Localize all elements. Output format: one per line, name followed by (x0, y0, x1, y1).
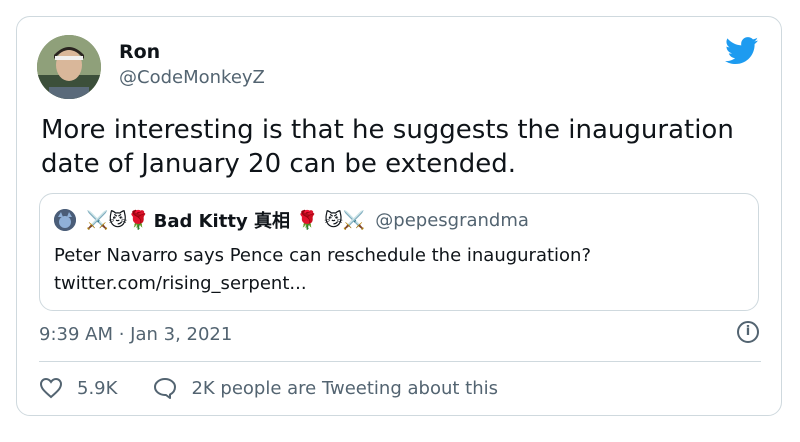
like-button[interactable]: 5.9K (39, 377, 117, 399)
cat-avatar-image (54, 209, 76, 231)
speech-bubble-icon (154, 378, 177, 399)
tweet-actions: 5.9K 2K people are Tweeting about this (39, 377, 534, 399)
tweet-card[interactable]: Ron @CodeMonkeyZ More interesting is tha… (16, 16, 782, 416)
rose-cat-swords-emojis: 🌹 😼⚔️ (295, 209, 366, 231)
quoted-tweet-text: Peter Navarro says Pence can reschedule … (54, 245, 592, 294)
conversation-link[interactable]: 2K people are Tweeting about this (153, 377, 498, 399)
tweet-text: More interesting is that he suggests the… (41, 115, 734, 179)
quoted-tweet[interactable]: ⚔️😼🌹 Bad Kitty 真相 🌹 😼⚔️ @pepesgrandma Pe… (39, 193, 759, 311)
heart-icon (39, 377, 63, 399)
quoted-tweet-header: ⚔️😼🌹 Bad Kitty 真相 🌹 😼⚔️ @pepesgrandma (54, 208, 529, 232)
conversation-label: 2K people are Tweeting about this (191, 377, 498, 399)
divider (39, 361, 761, 362)
twitter-bird-icon[interactable] (725, 37, 759, 65)
avatar-photo (37, 35, 101, 99)
like-count: 5.9K (77, 377, 118, 399)
quoted-author-name[interactable]: Bad Kitty 真相 (154, 207, 290, 233)
tweet-timestamp[interactable]: 9:39 AM · Jan 3, 2021 (39, 324, 232, 345)
author-handle[interactable]: @CodeMonkeyZ (119, 67, 265, 88)
info-icon[interactable]: i (737, 321, 759, 343)
swords-cat-rose-emojis: ⚔️😼🌹 (86, 209, 150, 231)
quoted-author-avatar[interactable] (54, 209, 76, 231)
author-name[interactable]: Ron (119, 41, 160, 63)
quoted-author-handle[interactable]: @pepesgrandma (375, 210, 529, 231)
author-avatar[interactable] (37, 35, 101, 99)
